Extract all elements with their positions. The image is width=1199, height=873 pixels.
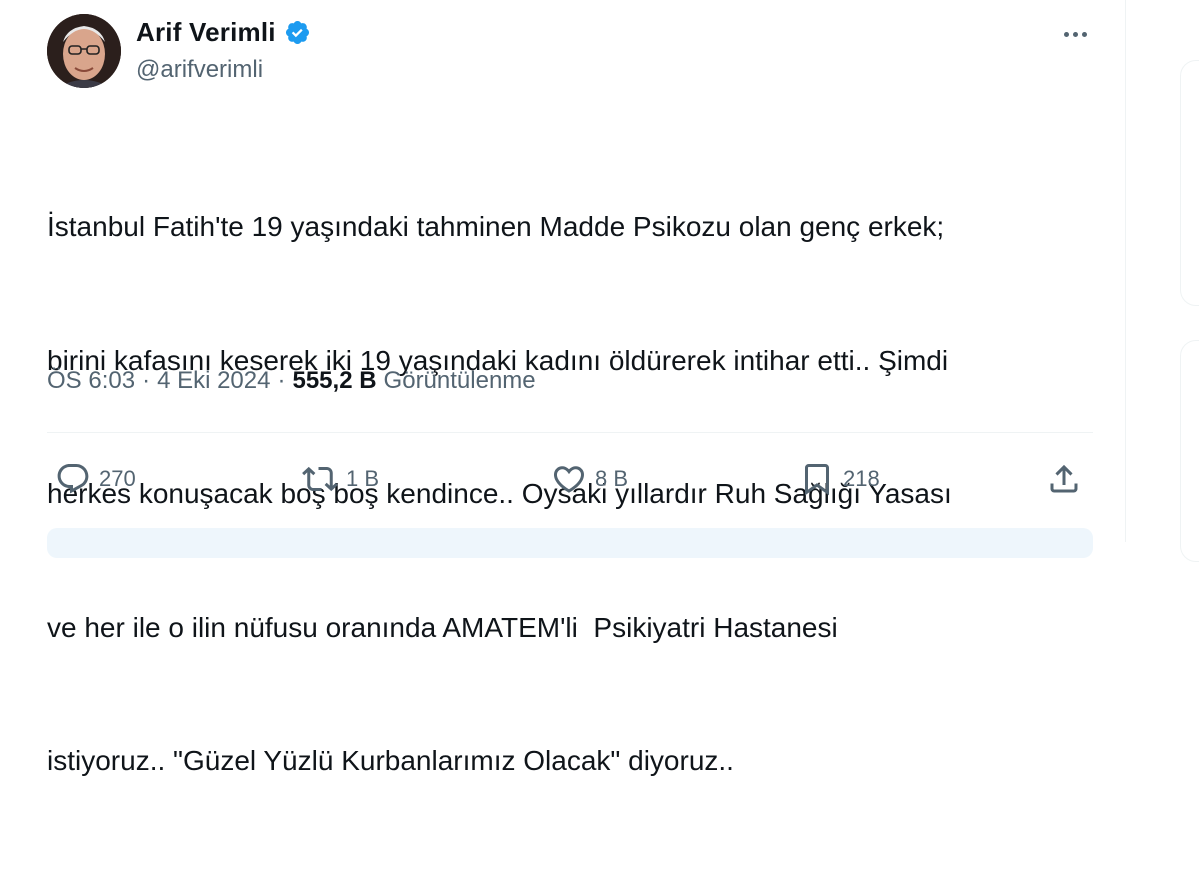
repost-button[interactable]: 1 B: [302, 454, 379, 504]
meta-separator: ·: [142, 367, 151, 394]
like-count: 8 B: [595, 466, 629, 491]
tweet-text-line: İstanbul Fatih'te 19 yaşındaki tahminen …: [47, 211, 945, 242]
meta-separator: ·: [277, 367, 286, 394]
bookmark-icon: [805, 464, 829, 496]
tweet-card: Arif Verimli @arifverimli İstanbul Fatih…: [0, 0, 1126, 776]
repost-count: 1 B: [346, 466, 380, 491]
bookmark-count: 218: [843, 466, 880, 491]
tweet-text-line: istiyoruz.. "Güzel Yüzlü Kurbanlarımız O…: [47, 745, 734, 776]
like-button[interactable]: 8 B: [551, 454, 628, 504]
share-icon: [1050, 464, 1078, 493]
share-button[interactable]: [1046, 454, 1082, 504]
author-avatar[interactable]: [47, 14, 121, 88]
repost-icon: [302, 466, 338, 492]
divider: [47, 432, 1093, 433]
sidebar-card: [1180, 60, 1199, 306]
reply-count: 270: [99, 466, 136, 491]
bottom-banner[interactable]: [47, 528, 1093, 558]
profile-photo-icon: [47, 14, 121, 88]
more-options-icon[interactable]: [1058, 20, 1092, 48]
author-name-row[interactable]: Arif Verimli: [136, 17, 311, 48]
tweet-time[interactable]: ÖS 6:03: [47, 367, 135, 395]
tweet-text-line: ve her ile o ilin nüfusu oranında AMATEM…: [47, 611, 838, 643]
author-handle[interactable]: @arifverimli: [136, 56, 263, 84]
bookmark-button[interactable]: 218: [799, 454, 880, 504]
views-label: Görüntülenme: [383, 367, 536, 394]
views-count: 555,2 B: [292, 367, 377, 394]
verified-badge-icon[interactable]: [284, 19, 311, 46]
author-name[interactable]: Arif Verimli: [136, 17, 276, 48]
tweet-meta: ÖS 6:03 · 4 Eki 2024 · 555,2 B Görüntüle…: [47, 367, 536, 395]
sidebar-card: [1180, 340, 1199, 562]
reply-button[interactable]: 270: [55, 454, 136, 504]
tweet-date[interactable]: 4 Eki 2024: [157, 367, 270, 395]
reply-icon: [57, 464, 89, 494]
action-bar: 270 1 B 8 B 218: [0, 454, 1125, 504]
heart-icon: [553, 466, 585, 493]
